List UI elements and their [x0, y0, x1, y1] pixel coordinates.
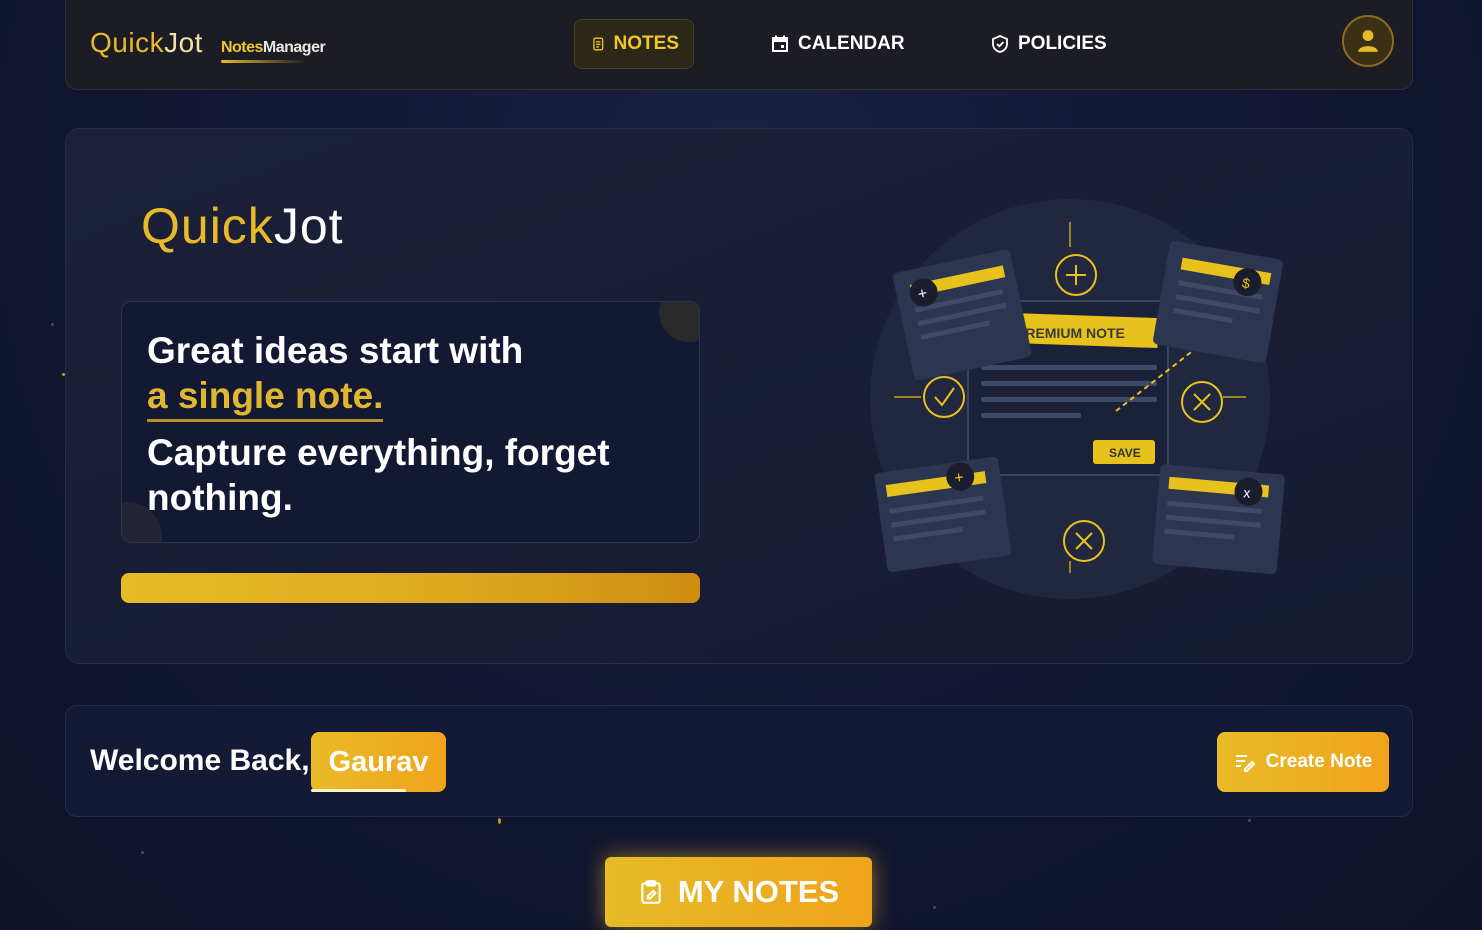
- quote-highlight: a single note.: [147, 375, 384, 422]
- top-navbar: QuickJot NotesManager NOTES CALENDAR POL…: [65, 0, 1413, 90]
- user-name-badge: Gaurav: [311, 732, 446, 792]
- edit-list-icon: [1235, 755, 1256, 772]
- nav-calendar[interactable]: CALENDAR: [756, 19, 919, 69]
- brand-subtitle: NotesManager: [220, 39, 326, 63]
- nav-policies[interactable]: POLICIES: [976, 19, 1121, 69]
- brand-sub-manager: Manager: [262, 39, 326, 56]
- nav-calendar-label: CALENDAR: [798, 33, 905, 54]
- bg-dot: [1248, 819, 1251, 822]
- svg-text:x: x: [1243, 484, 1251, 501]
- quote-line-3: Capture everything, forget nothing.: [147, 432, 610, 518]
- calendar-icon: [772, 35, 788, 52]
- user-icon: [1358, 30, 1378, 52]
- brand-sub-notes: Notes: [220, 39, 263, 56]
- welcome-greeting: Welcome Back,: [90, 744, 310, 777]
- premium-note-label: PREMIUM NOTE: [1016, 325, 1125, 341]
- bg-dot: [141, 851, 144, 854]
- hero-logo-quick: Quick: [141, 198, 274, 254]
- shield-check-icon: [992, 35, 1008, 53]
- welcome-bar: Welcome Back, Gaurav Create Note: [65, 705, 1413, 817]
- create-note-button[interactable]: Create Note: [1217, 732, 1389, 792]
- hero-logo: QuickJot: [141, 197, 344, 255]
- nav-policies-label: POLICIES: [1018, 33, 1107, 54]
- brand-logo: QuickJot: [90, 27, 203, 59]
- hero-logo-jot: Jot: [273, 198, 344, 254]
- brand-jot-text: Jot: [164, 27, 203, 58]
- bg-dot: [933, 906, 936, 909]
- nav-notes[interactable]: NOTES: [574, 19, 694, 69]
- brand[interactable]: QuickJot NotesManager: [90, 27, 326, 63]
- bg-dot: [51, 323, 54, 326]
- nav-notes-label: NOTES: [613, 33, 679, 54]
- quote-line-1: Great ideas start with: [147, 330, 524, 371]
- my-notes-button[interactable]: MY NOTES: [605, 857, 872, 927]
- my-notes-label: MY NOTES: [677, 874, 840, 909]
- brand-quick-text: Quick: [90, 27, 165, 58]
- quote-card: Great ideas start with a single note. Ca…: [121, 301, 700, 543]
- user-avatar-button[interactable]: [1342, 15, 1394, 67]
- decorative-progress-bar: [121, 573, 700, 603]
- clipboard-edit-icon: [641, 880, 661, 904]
- bg-dot: [498, 818, 501, 824]
- save-label: SAVE: [1109, 446, 1141, 460]
- hero-panel: QuickJot Great ideas start with a single…: [65, 128, 1413, 664]
- notes-icon: [593, 37, 604, 51]
- notes-illustration: PREMIUM NOTE SAVE + $ + x: [870, 199, 1285, 599]
- create-note-label: Create Note: [1265, 751, 1373, 772]
- decorative-corner: [659, 302, 699, 342]
